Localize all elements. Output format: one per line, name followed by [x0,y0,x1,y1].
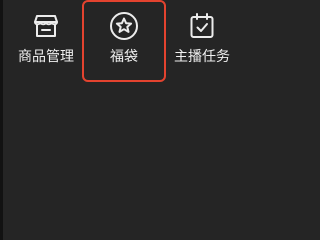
store-icon [31,11,61,41]
anchor-tasks-label: 主播任务 [174,49,230,65]
star-badge-icon [109,11,139,41]
product-management-button[interactable]: 商品管理 [4,0,88,82]
anchor-tasks-button[interactable]: 主播任务 [160,0,244,82]
lucky-bag-button[interactable]: 福袋 [82,0,166,82]
tool-toolbar: 商品管理 福袋 主播任务 [0,0,320,90]
lucky-bag-label: 福袋 [110,49,138,65]
live-tools-panel: 商品管理 福袋 主播任务 [0,0,320,240]
product-management-label: 商品管理 [18,49,74,65]
calendar-check-icon [187,11,217,41]
